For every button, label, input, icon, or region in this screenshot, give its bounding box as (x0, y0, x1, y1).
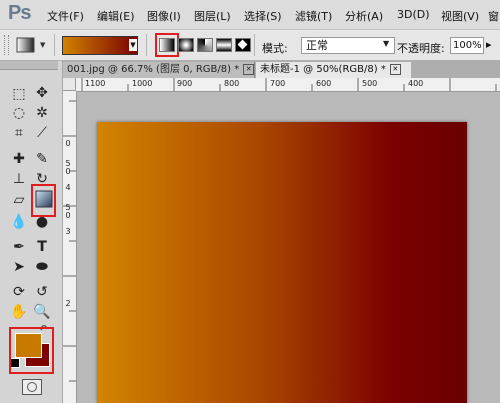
ruler-label: 900 (177, 79, 193, 88)
opacity-input[interactable]: 100% (450, 37, 484, 54)
ellipse-shape-icon[interactable]: ⬬ (32, 258, 52, 276)
ruler-label: 2 (65, 299, 71, 308)
divider (146, 34, 147, 56)
highlight-box (155, 33, 179, 57)
tab-label: 001.jpg @ 66.7% (图层 0, RGB/8) * (67, 64, 240, 75)
pen-icon[interactable]: ✒ (9, 238, 29, 256)
magic-wand-icon[interactable]: ✲ (32, 104, 52, 122)
move-icon[interactable]: ✥ (32, 84, 52, 102)
menu-window[interactable]: 窗 (488, 8, 499, 24)
highlight-box (9, 327, 54, 374)
document-canvas[interactable] (97, 122, 467, 403)
ruler-label: 4 (65, 183, 71, 192)
options-bar-grip[interactable] (4, 35, 9, 55)
ruler-label: 1100 (85, 79, 106, 88)
ruler-label: 0 (65, 167, 71, 176)
type-icon[interactable]: T (32, 238, 52, 256)
brush-icon[interactable]: ✎ (32, 150, 52, 168)
3d-rotate-icon[interactable]: ⟳ (9, 283, 29, 301)
ruler-label: 1000 (132, 79, 153, 88)
3d-orbit-icon[interactable]: ↺ (32, 283, 52, 301)
quick-mask-icon[interactable] (22, 379, 42, 395)
menu-analysis[interactable]: 分析(A) (345, 8, 383, 24)
ruler-label: 600 (316, 79, 332, 88)
menu-layer[interactable]: 图层(L) (194, 8, 231, 24)
hand-icon[interactable]: ✋ (9, 303, 29, 321)
ruler-label: 500 (362, 79, 378, 88)
menu-3d[interactable]: 3D(D) (397, 8, 430, 21)
photoshop-logo: Ps (8, 2, 31, 24)
mode-select[interactable]: 正常 (301, 37, 395, 54)
marquee-icon[interactable]: ⬚ (9, 85, 29, 103)
vertical-ruler[interactable] (63, 91, 77, 403)
crop-icon[interactable]: ⌗ (9, 124, 29, 142)
menu-select[interactable]: 选择(S) (244, 8, 282, 24)
menu-filter[interactable]: 滤镜(T) (295, 8, 332, 24)
diamond-gradient-button[interactable] (235, 38, 251, 52)
tab-label: 未标题-1 @ 50%(RGB/8) * (260, 64, 386, 75)
path-selection-icon[interactable]: ➤ (9, 258, 29, 276)
reflected-gradient-button[interactable] (216, 38, 232, 52)
ruler-label: 0 (65, 211, 71, 220)
eraser-icon[interactable]: ▱ (9, 191, 29, 209)
ruler-label: 800 (224, 79, 240, 88)
divider (254, 34, 255, 56)
zoom-icon[interactable]: 🔍 (32, 303, 52, 321)
ruler-label: 400 (408, 79, 424, 88)
close-icon[interactable]: ✕ (389, 63, 401, 75)
toolbox-header[interactable] (0, 61, 58, 70)
menu-file[interactable]: 文件(F) (47, 8, 84, 24)
radial-gradient-button[interactable] (178, 38, 194, 52)
close-icon[interactable]: ✕ (243, 63, 255, 75)
chevron-right-icon[interactable]: ▸ (486, 38, 492, 51)
menu-image[interactable]: 图像(I) (147, 8, 181, 24)
angle-gradient-button[interactable] (197, 38, 213, 52)
mode-label: 模式: (262, 42, 288, 55)
gradient-editor-swatch[interactable] (62, 36, 138, 55)
chevron-down-icon[interactable]: ▼ (40, 41, 45, 49)
healing-brush-icon[interactable]: ✚ (9, 150, 29, 168)
opacity-label: 不透明度: (397, 42, 445, 55)
blur-icon[interactable]: 💧 (9, 213, 29, 231)
ruler-label: 3 (65, 227, 71, 236)
clone-stamp-icon[interactable]: ⊥ (9, 170, 29, 188)
tab-document-001[interactable]: 001.jpg @ 66.7% (图层 0, RGB/8) * ✕ (63, 62, 255, 78)
chevron-down-icon[interactable]: ▼ (383, 39, 389, 48)
lasso-icon[interactable]: ◌ (9, 104, 29, 122)
ruler-label: 700 (270, 79, 286, 88)
tab-document-untitled[interactable]: 未标题-1 @ 50%(RGB/8) * ✕ (256, 62, 411, 78)
eyedropper-icon[interactable]: ⟋ (32, 124, 52, 142)
menu-edit[interactable]: 编辑(E) (97, 8, 135, 24)
ruler-origin[interactable] (63, 78, 76, 91)
gradient-picker-dropdown[interactable]: ▼ (129, 39, 137, 51)
dodge-icon[interactable]: ● (32, 213, 52, 231)
divider (54, 34, 55, 56)
menu-view[interactable]: 视图(V) (441, 8, 479, 24)
ruler-label: 0 (65, 139, 71, 148)
